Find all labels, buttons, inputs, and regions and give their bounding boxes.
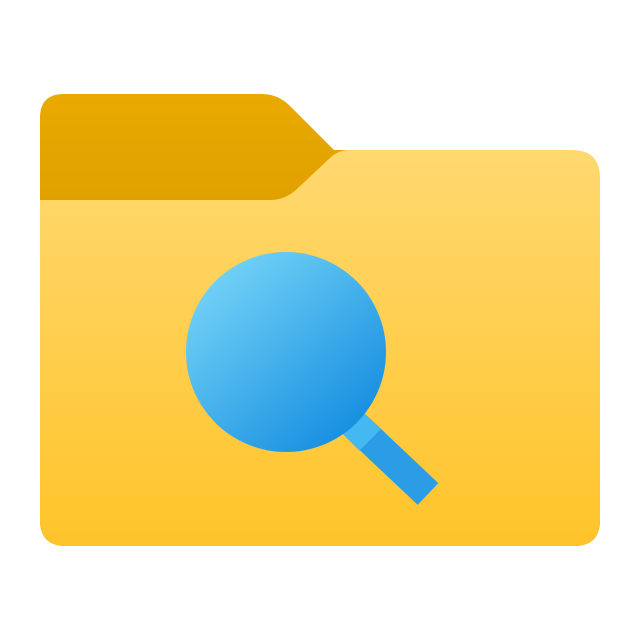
magnifier-lens bbox=[186, 252, 386, 452]
folder-search-icon bbox=[40, 94, 600, 546]
icon-canvas bbox=[0, 0, 640, 640]
